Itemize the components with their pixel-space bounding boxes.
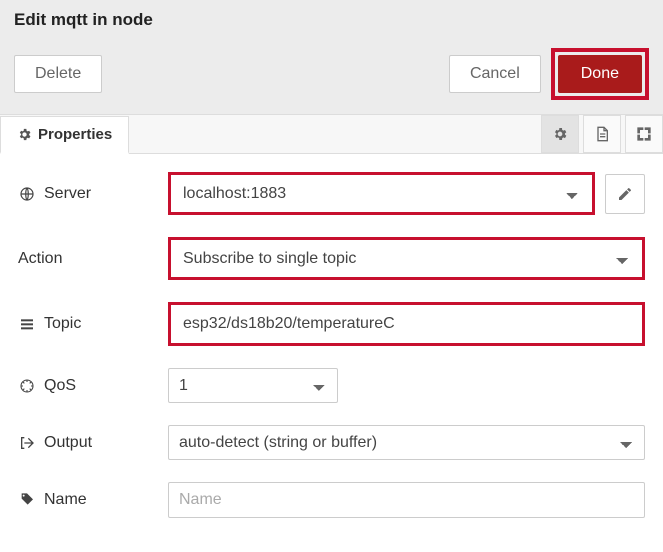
server-select[interactable]: localhost:1883 [173, 177, 590, 210]
gear-icon [552, 126, 568, 142]
tab-properties-label: Properties [38, 126, 112, 143]
expand-icon [636, 126, 652, 142]
output-label: Output [44, 434, 92, 452]
output-arrow-icon [18, 435, 36, 451]
globe-icon [18, 186, 36, 202]
tag-icon [18, 492, 36, 508]
tab-description-icon-button[interactable] [583, 115, 621, 153]
done-button[interactable]: Done [558, 55, 642, 93]
output-select[interactable]: auto-detect (string or buffer) [168, 425, 645, 460]
edit-server-button[interactable] [605, 174, 645, 214]
delete-button[interactable]: Delete [14, 55, 102, 93]
gear-icon [17, 127, 32, 142]
topic-input[interactable] [173, 307, 640, 341]
tab-appearance-icon-button[interactable] [625, 115, 663, 153]
pencil-icon [617, 186, 633, 202]
topic-label: Topic [44, 315, 81, 333]
name-label: Name [44, 491, 87, 509]
server-label: Server [44, 185, 91, 203]
action-label: Action [18, 250, 62, 268]
document-icon [594, 126, 610, 142]
cancel-button[interactable]: Cancel [449, 55, 541, 93]
list-icon [18, 316, 36, 332]
qos-select[interactable]: 1 [168, 368, 338, 403]
dialog-title: Edit mqtt in node [14, 10, 649, 30]
name-input[interactable] [168, 482, 645, 518]
tab-properties[interactable]: Properties [0, 116, 129, 154]
qos-icon [18, 378, 36, 394]
qos-label: QoS [44, 377, 76, 395]
action-select[interactable]: Subscribe to single topic [173, 242, 640, 275]
tab-settings-icon-button[interactable] [541, 115, 579, 153]
